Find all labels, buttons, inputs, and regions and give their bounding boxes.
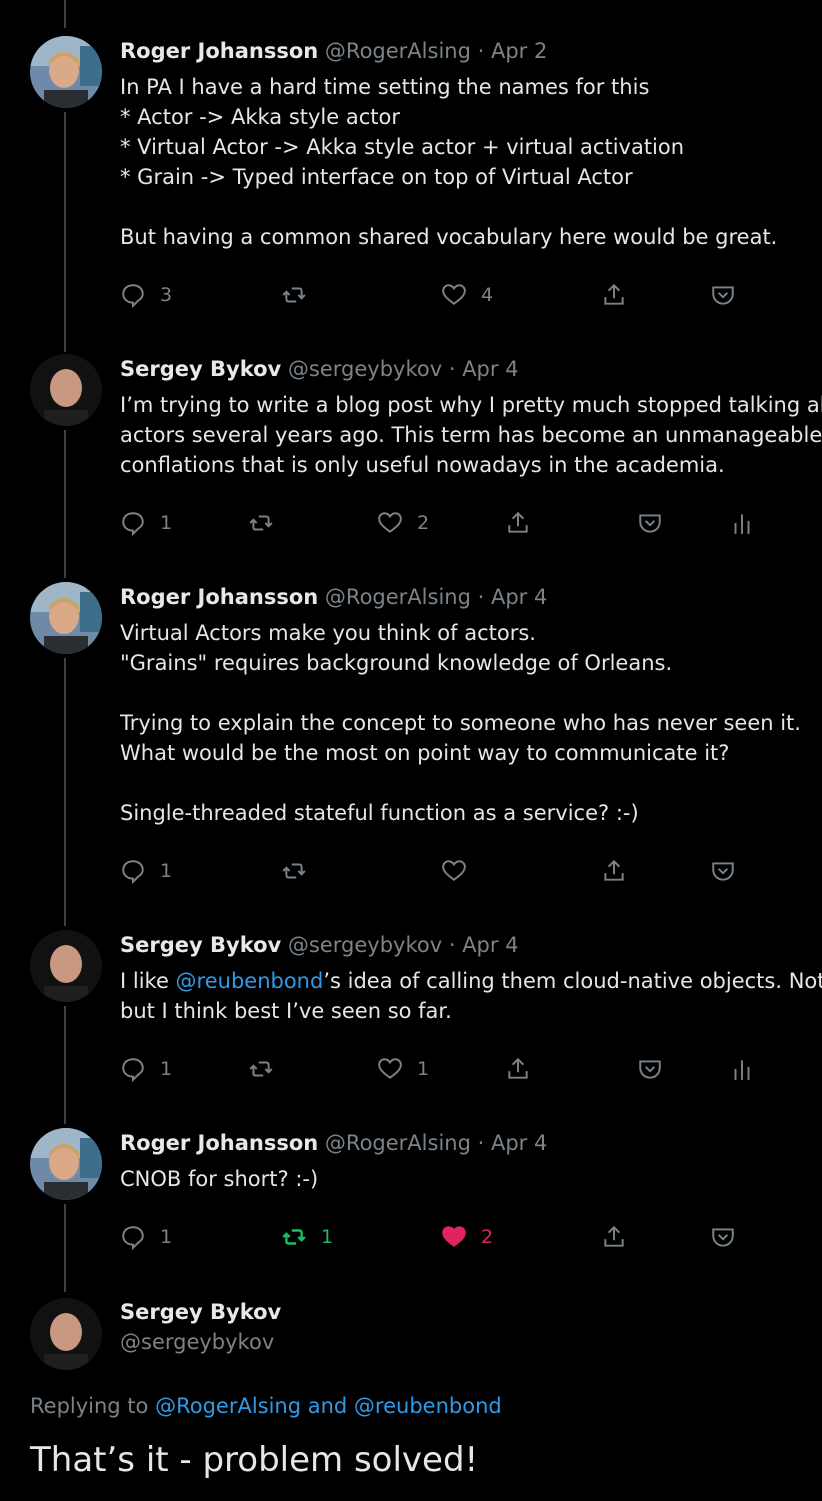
- avatar-sergey[interactable]: [30, 1298, 102, 1370]
- author-handle[interactable]: @sergeybykov: [120, 1330, 274, 1354]
- analytics-button[interactable]: [729, 1049, 755, 1089]
- tweet-actions: 1 1 2: [0, 1217, 822, 1257]
- replying-mentions-link[interactable]: @RogerAlsing and @reubenbond: [155, 1394, 502, 1418]
- reply-button[interactable]: 1: [120, 503, 172, 543]
- retweet-icon: [282, 1229, 306, 1245]
- heart-icon: [442, 284, 466, 305]
- tweet-header: Roger Johansson @RogerAlsing · Apr 4: [120, 585, 548, 609]
- share-button[interactable]: [601, 275, 627, 315]
- author-name[interactable]: Roger Johansson: [120, 585, 318, 609]
- author-name[interactable]: Sergey Bykov: [120, 1300, 281, 1324]
- author-name[interactable]: Roger Johansson: [120, 39, 318, 63]
- tweet-date[interactable]: Apr 4: [491, 585, 547, 609]
- author-handle[interactable]: @RogerAlsing: [325, 585, 471, 609]
- analytics-icon: [734, 1060, 750, 1080]
- like-button[interactable]: 2: [441, 1217, 493, 1257]
- tweet-header: Roger Johansson @RogerAlsing · Apr 2: [120, 39, 548, 63]
- tweet-actions: 3 4: [0, 275, 822, 315]
- tweet-date[interactable]: Apr 4: [462, 357, 518, 381]
- author-name[interactable]: Roger Johansson: [120, 1131, 318, 1155]
- like-button[interactable]: [441, 851, 481, 891]
- reply-button[interactable]: 1: [120, 1049, 172, 1089]
- author-name[interactable]: Sergey Bykov: [120, 357, 281, 381]
- like-button[interactable]: 2: [377, 503, 429, 543]
- tweet-header: Sergey Bykov @sergeybykov · Apr 4: [120, 357, 519, 381]
- pocket-icon: [639, 514, 661, 533]
- tweet-text: I’m trying to write a blog post why I pr…: [120, 393, 822, 477]
- author-handle[interactable]: @sergeybykov: [288, 933, 442, 957]
- heart-icon: [378, 512, 402, 533]
- heart-filled-icon: [442, 1226, 466, 1247]
- mention-link[interactable]: @reubenbond: [176, 969, 324, 993]
- avatar-roger[interactable]: [30, 1128, 102, 1200]
- share-button[interactable]: [505, 1049, 531, 1089]
- reply-button[interactable]: 3: [120, 275, 172, 315]
- heart-icon: [442, 860, 466, 881]
- tweet-actions: 1 1: [0, 1049, 822, 1089]
- retweet-button[interactable]: [281, 851, 321, 891]
- pocket-icon: [712, 1228, 734, 1247]
- tweet-actions: 1: [0, 851, 822, 891]
- tweet-date[interactable]: Apr 2: [491, 39, 547, 63]
- reply-icon: [122, 284, 144, 308]
- thread-line: [64, 112, 66, 352]
- avatar-roger[interactable]: [30, 582, 102, 654]
- tweet-header: Sergey Bykov @sergeybykov · Apr 4: [120, 933, 519, 957]
- avatar-roger[interactable]: [30, 36, 102, 108]
- tweet-text: I like @reubenbond’s idea of calling the…: [120, 969, 822, 1023]
- thread-line: [64, 0, 66, 28]
- reply-button[interactable]: 1: [120, 1217, 172, 1257]
- tweet-actions: 1 2: [0, 503, 822, 543]
- share-icon: [604, 859, 624, 881]
- share-button[interactable]: [601, 1217, 627, 1257]
- focused-tweet-text: That’s it - problem solved!: [30, 1440, 479, 1480]
- retweet-icon: [249, 515, 273, 531]
- analytics-button[interactable]: [729, 503, 755, 543]
- avatar-sergey[interactable]: [30, 354, 102, 426]
- like-button[interactable]: 1: [377, 1049, 429, 1089]
- pocket-icon: [712, 862, 734, 881]
- reply-icon: [122, 1058, 144, 1082]
- share-icon: [508, 1057, 528, 1079]
- pocket-icon: [639, 1060, 661, 1079]
- author-name[interactable]: Sergey Bykov: [120, 933, 281, 957]
- save-button[interactable]: [637, 1049, 663, 1089]
- analytics-icon: [734, 514, 750, 534]
- retweet-icon: [282, 287, 306, 303]
- retweet-icon: [282, 863, 306, 879]
- share-icon: [508, 511, 528, 533]
- tweet-header: Roger Johansson @RogerAlsing · Apr 4: [120, 1131, 548, 1155]
- share-icon: [604, 1225, 624, 1247]
- reply-button[interactable]: 1: [120, 851, 172, 891]
- save-button[interactable]: [710, 851, 736, 891]
- reply-icon: [122, 1226, 144, 1250]
- retweet-button[interactable]: [248, 503, 288, 543]
- reply-icon: [122, 512, 144, 536]
- reply-icon: [122, 860, 144, 884]
- save-button[interactable]: [710, 275, 736, 315]
- author-handle[interactable]: @sergeybykov: [288, 357, 442, 381]
- like-button[interactable]: 4: [441, 275, 493, 315]
- share-button[interactable]: [505, 503, 531, 543]
- tweet-date[interactable]: Apr 4: [462, 933, 518, 957]
- share-icon: [604, 283, 624, 305]
- avatar-sergey[interactable]: [30, 930, 102, 1002]
- heart-icon: [378, 1058, 402, 1079]
- retweet-button[interactable]: [248, 1049, 288, 1089]
- tweet-date[interactable]: Apr 4: [491, 1131, 547, 1155]
- tweet-text: In PA I have a hard time setting the nam…: [120, 75, 778, 249]
- save-button[interactable]: [637, 503, 663, 543]
- save-button[interactable]: [710, 1217, 736, 1257]
- retweet-button[interactable]: 1: [281, 1217, 333, 1257]
- share-button[interactable]: [601, 851, 627, 891]
- tweet-text: Virtual Actors make you think of actors.…: [120, 621, 801, 825]
- author-handle[interactable]: @RogerAlsing: [325, 1131, 471, 1155]
- retweet-button[interactable]: [281, 275, 321, 315]
- author-handle[interactable]: @RogerAlsing: [325, 39, 471, 63]
- pocket-icon: [712, 286, 734, 305]
- retweet-icon: [249, 1061, 273, 1077]
- tweet-text: CNOB for short? :-): [120, 1167, 319, 1191]
- replying-to: Replying to @RogerAlsing and @reubenbond: [30, 1394, 502, 1418]
